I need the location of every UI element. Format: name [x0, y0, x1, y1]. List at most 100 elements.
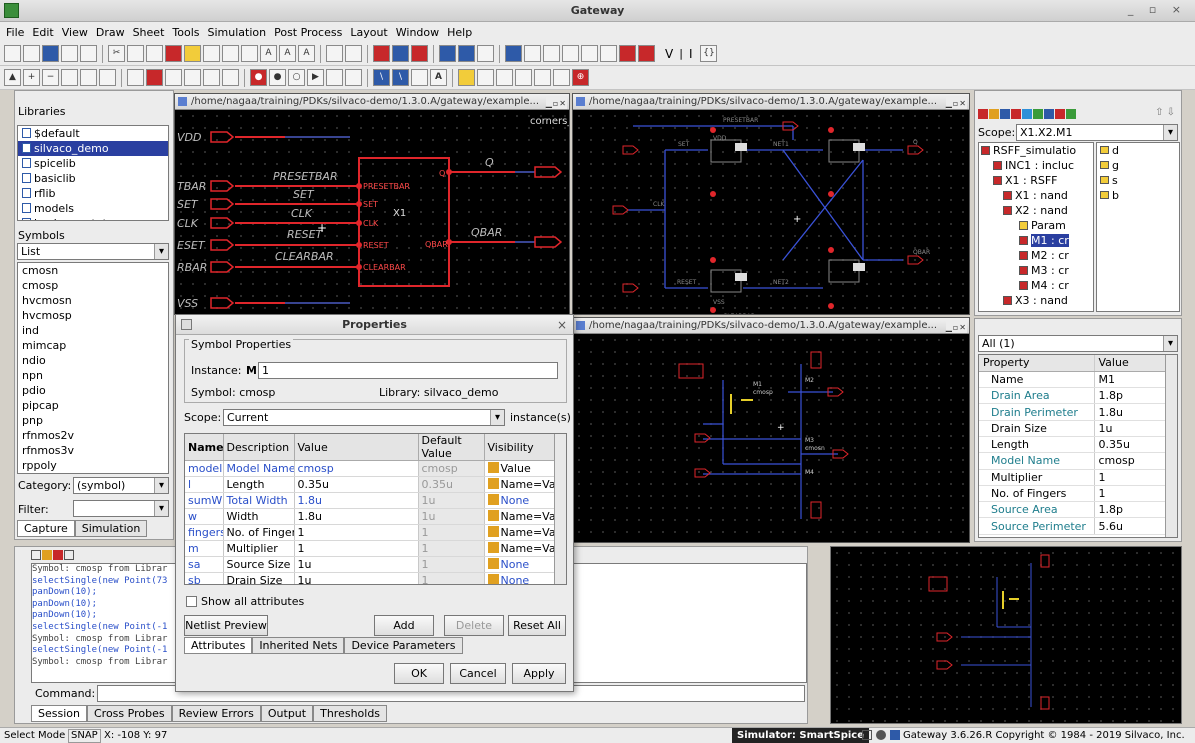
visibility-edit-icon[interactable]: [487, 494, 499, 505]
add-button[interactable]: Add: [374, 615, 434, 636]
column-visibility[interactable]: Visibility: [484, 434, 557, 461]
tree-node[interactable]: Param: [979, 218, 1093, 233]
color-wheel-icon[interactable]: [638, 45, 655, 62]
tab-thresholds[interactable]: Thresholds: [313, 705, 388, 722]
category-select[interactable]: (symbol): [73, 477, 169, 494]
paste-icon[interactable]: [146, 45, 163, 62]
property-row[interactable]: Source Perimeter 5.6u: [979, 517, 1167, 535]
symbol-item[interactable]: pipcap: [18, 398, 168, 413]
stop-icon[interactable]: ●: [269, 69, 286, 86]
property-value[interactable]: 1.8p: [1093, 387, 1167, 405]
property-row[interactable]: Drain Perimeter 1.8u: [979, 403, 1167, 421]
tab-session[interactable]: Session: [31, 705, 87, 722]
attr-value[interactable]: 1u: [294, 572, 419, 584]
hier-icon-6[interactable]: [1033, 109, 1043, 119]
layout-icon[interactable]: [543, 45, 560, 62]
tree-node[interactable]: M2 : cr: [979, 248, 1093, 263]
column-name[interactable]: Name: [185, 434, 224, 461]
preview-canvas[interactable]: [831, 547, 1182, 724]
attr-visibility[interactable]: Name=Va: [484, 540, 557, 557]
property-value[interactable]: 1.8p: [1093, 501, 1167, 519]
signals-icon[interactable]: [326, 69, 343, 86]
property-value[interactable]: 1u: [1093, 420, 1167, 437]
property-value[interactable]: 5.6u: [1093, 517, 1167, 535]
symbol-item[interactable]: rfnmos3v: [18, 443, 168, 458]
menu-tools[interactable]: Tools: [168, 26, 203, 39]
plot-2-icon[interactable]: [496, 69, 513, 86]
hierarchy-down-icon[interactable]: [458, 45, 475, 62]
attributes-scrollbar[interactable]: [554, 434, 566, 584]
tab-review-errors[interactable]: Review Errors: [171, 705, 261, 722]
hierarchy-up-icon[interactable]: [439, 45, 456, 62]
attribute-row[interactable]: sumW Total Width 1.8u 1u None: [185, 492, 557, 509]
wire-icon[interactable]: \: [373, 69, 390, 86]
library-item[interactable]: rflib: [18, 186, 168, 201]
sheet-icon[interactable]: [477, 45, 494, 62]
tree-node[interactable]: M3 : cr: [979, 263, 1093, 278]
visibility-edit-icon[interactable]: [487, 542, 499, 553]
property-grid-scrollbar[interactable]: [1165, 355, 1177, 537]
symbols-view-select[interactable]: List: [17, 243, 169, 260]
property-row[interactable]: No. of Fingers 1: [979, 485, 1167, 503]
pan-icon[interactable]: [99, 69, 116, 86]
zoom-fit-icon[interactable]: [345, 45, 362, 62]
symbol-item[interactable]: pdio: [18, 383, 168, 398]
attr-visibility[interactable]: None: [484, 492, 557, 509]
new-file-icon[interactable]: [4, 45, 21, 62]
crossprobe-icon[interactable]: [600, 45, 617, 62]
expression-icon[interactable]: {}: [700, 45, 718, 62]
schematic-2-canvas[interactable]: PRESETBAR SET CLK RESET CLEARBAR Q QBAR NET1 NET…: [573, 110, 970, 315]
pin-item[interactable]: b: [1097, 188, 1179, 203]
cancel-button[interactable]: Cancel: [450, 663, 506, 684]
symbols-list[interactable]: cmosn cmosp hvcmosn hvcmosp ind mimcap ndio npn…: [17, 262, 169, 474]
hier-icon-5[interactable]: [1022, 109, 1032, 119]
symbol-item[interactable]: npn: [18, 368, 168, 383]
tab-inherited-nets[interactable]: Inherited Nets: [252, 637, 345, 654]
attributes-grid[interactable]: Name Description Value Default Value Visibil…: [184, 433, 567, 585]
netlist-view-icon[interactable]: [222, 69, 239, 86]
filter-input[interactable]: [73, 500, 169, 517]
filter-icon[interactable]: [458, 69, 475, 86]
waveform-icon[interactable]: [505, 45, 522, 62]
zoom-in-icon[interactable]: +: [23, 69, 40, 86]
scope-select[interactable]: Current: [223, 409, 505, 426]
schematic-window-2[interactable]: /home/nagaa/training/PDKs/silvaco-demo/1…: [572, 93, 970, 315]
console-warning-icon[interactable]: [42, 550, 52, 560]
delete-button[interactable]: Delete: [444, 615, 504, 636]
find-icon[interactable]: [203, 45, 220, 62]
hier-icon-7[interactable]: [1044, 109, 1054, 119]
library-item[interactable]: models: [18, 201, 168, 216]
symbol-item[interactable]: rfnmos2v: [18, 428, 168, 443]
cut-icon[interactable]: ✂: [108, 45, 125, 62]
window-controls[interactable]: _ ▫ ×: [1128, 3, 1187, 16]
tree-node[interactable]: X3 : nand: [979, 293, 1093, 308]
lvs-icon[interactable]: [581, 45, 598, 62]
print-icon[interactable]: [80, 45, 97, 62]
simulate-icon[interactable]: [392, 45, 409, 62]
zoom-box-icon[interactable]: [61, 69, 78, 86]
attr-value[interactable]: cmosp: [294, 460, 419, 477]
tree-node[interactable]: X2 : nand: [979, 203, 1093, 218]
library-item[interactable]: silvaco_demo: [18, 141, 168, 156]
visibility-edit-icon[interactable]: [487, 558, 499, 569]
erc-icon[interactable]: [146, 69, 163, 86]
hier-icon-3[interactable]: [1000, 109, 1010, 119]
save-icon[interactable]: [42, 45, 59, 62]
menu-window[interactable]: Window: [392, 26, 443, 39]
console-info-icon[interactable]: [31, 550, 41, 560]
run-icon[interactable]: ●: [250, 69, 267, 86]
ok-button[interactable]: OK: [394, 663, 444, 684]
probe-icon[interactable]: [411, 45, 428, 62]
property-grid[interactable]: Property Value Name M1 Drain Area 1.8p Drain …: [978, 354, 1178, 538]
visibility-edit-icon[interactable]: [487, 574, 499, 584]
symbol-item[interactable]: cmosp: [18, 278, 168, 293]
property-value[interactable]: 0.35u: [1093, 436, 1167, 454]
instance-input[interactable]: 1: [258, 362, 558, 379]
library-item[interactable]: basiclib: [18, 171, 168, 186]
hier-icon-2[interactable]: [989, 109, 999, 119]
schematic-3-canvas[interactable]: M1 M2 M3 M4 cmosp cmosn +: [573, 334, 970, 543]
symbol-item[interactable]: ind: [18, 323, 168, 338]
zoom-area-icon[interactable]: [326, 45, 343, 62]
console-error-icon[interactable]: [53, 550, 63, 560]
apply-button[interactable]: Apply: [512, 663, 566, 684]
